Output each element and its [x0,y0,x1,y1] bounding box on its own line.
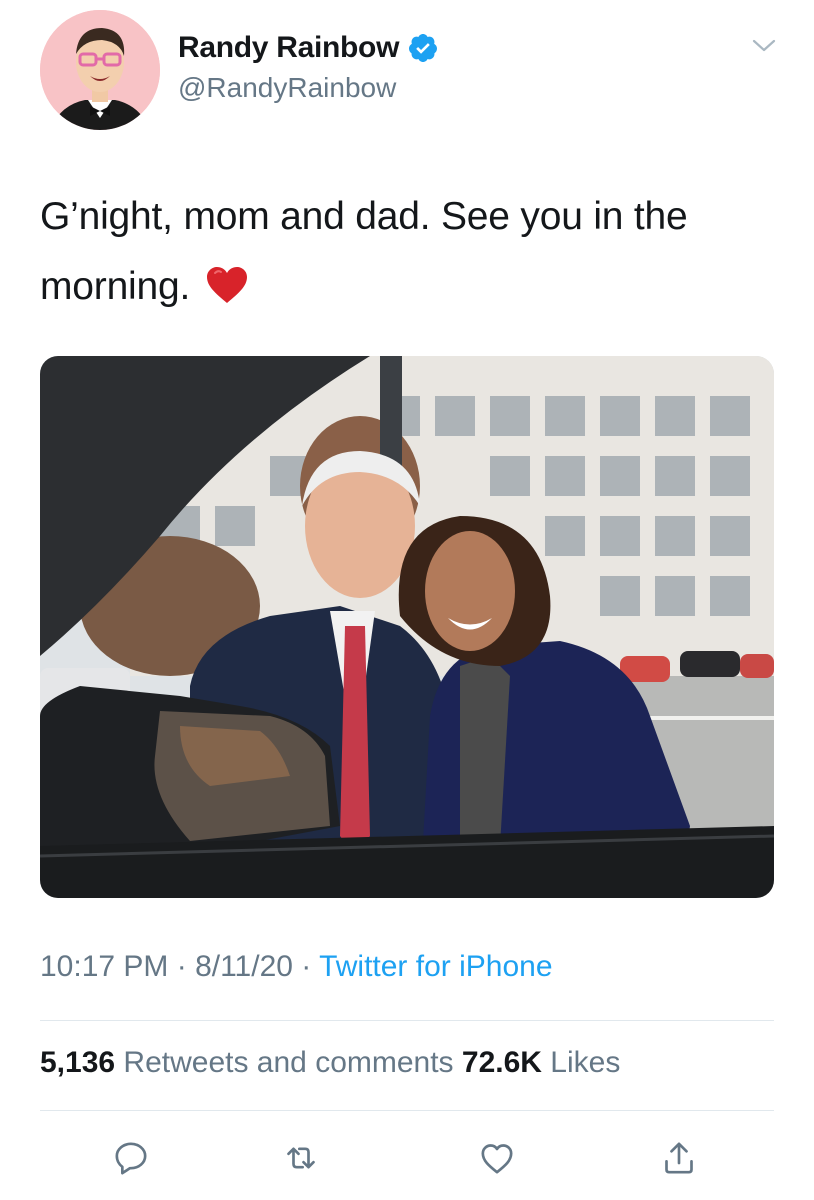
divider [40,1020,774,1021]
retweet-button[interactable] [275,1132,327,1184]
handle[interactable]: @RandyRainbow [178,72,396,104]
tweet-text: G’night, mom and dad. See you in the mor… [40,182,780,322]
tweet-body: G’night, mom and dad. See you in the mor… [40,195,688,308]
action-bar [0,1132,814,1184]
tweet-meta: 10:17 PM · 8/11/20 · Twitter for iPhone [40,950,553,984]
display-name[interactable]: Randy Rainbow [178,31,399,65]
reply-icon [115,1142,147,1175]
chevron-down-icon[interactable] [750,36,778,56]
retweets-label: Retweets and comments [115,1046,462,1079]
retweet-icon [287,1147,315,1169]
photo-illustration [40,356,774,898]
author-name-row[interactable]: Randy Rainbow [178,26,439,70]
heart-outline-icon [481,1144,513,1174]
timestamp: 10:17 PM · 8/11/20 · [40,950,320,983]
avatar[interactable] [40,10,160,130]
retweets-count[interactable]: 5,136 [40,1046,115,1079]
verified-badge-icon [409,34,438,62]
share-button[interactable] [653,1132,705,1184]
likes-count[interactable]: 72.6K [462,1046,542,1079]
source-link[interactable]: Twitter for iPhone [319,950,552,983]
share-icon [665,1142,693,1174]
likes-label: Likes [541,1046,621,1079]
reply-button[interactable] [105,1132,157,1184]
tweet-photo[interactable] [40,356,774,898]
tweet-stats[interactable]: 5,136 Retweets and comments 72.6K Likes [40,1046,620,1080]
like-button[interactable] [471,1132,523,1184]
heart-emoji-icon [206,267,247,303]
divider [40,1110,774,1111]
